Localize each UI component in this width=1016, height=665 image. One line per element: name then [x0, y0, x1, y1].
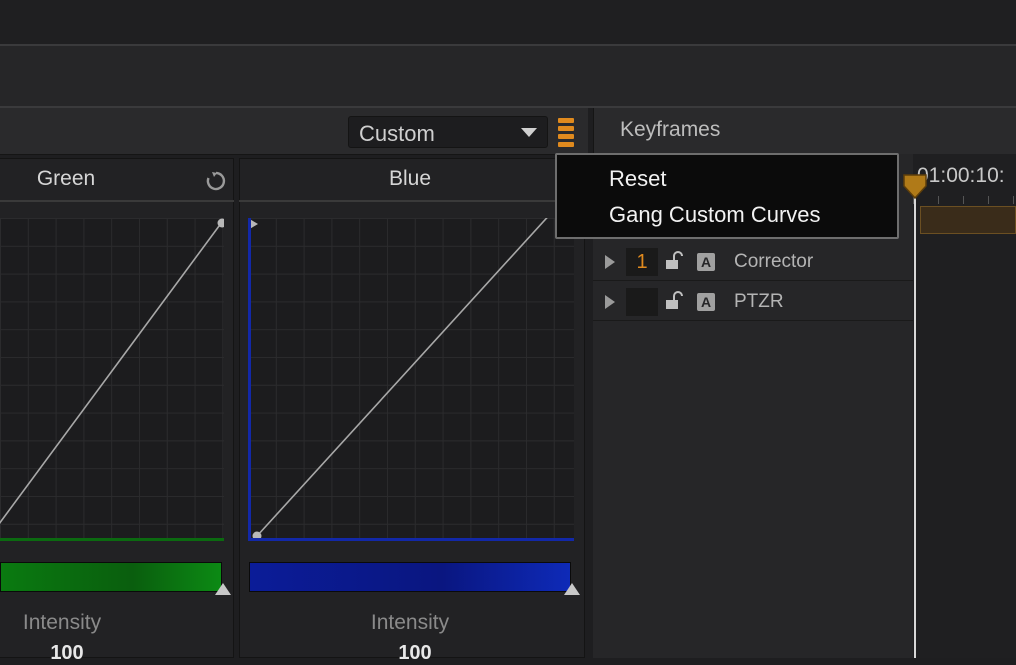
blue-channel-axis [248, 218, 251, 540]
green-gradient-bar [0, 562, 222, 592]
timeline-ruler [913, 196, 1016, 204]
viewer-strip [0, 46, 1016, 108]
auto-badge-icon[interactable]: A [697, 293, 715, 311]
top-toolbar [0, 0, 1016, 46]
green-curve-graph[interactable] [0, 218, 224, 540]
blue-gradient-bar [249, 562, 571, 592]
expand-triangle-icon[interactable] [605, 255, 615, 269]
blue-curve-line [248, 218, 548, 540]
playhead-line [914, 190, 916, 658]
curve-mode-value: Custom [359, 121, 435, 146]
track-number: 1 [626, 248, 658, 276]
expand-triangle-icon[interactable] [605, 295, 615, 309]
blue-curve-graph[interactable] [248, 218, 574, 540]
green-curve-line [0, 218, 224, 524]
keyframes-title: Keyframes [620, 118, 721, 141]
track-number [626, 288, 658, 316]
chevron-down-icon [521, 128, 537, 137]
blue-panel-divider [239, 200, 585, 202]
reset-icon[interactable] [204, 169, 228, 193]
track-label: PTZR [734, 291, 784, 312]
menu-icon[interactable] [558, 117, 574, 147]
keyframe-track-list: 1 A Corrector A PTZR [593, 240, 913, 658]
panel-title: Green [36, 167, 96, 190]
blue-channel-baseline [248, 538, 574, 541]
unlock-icon[interactable] [664, 291, 684, 311]
slider-handle-icon[interactable] [214, 583, 232, 597]
green-panel-divider [0, 200, 234, 202]
curve-mode-dropdown[interactable]: Custom [348, 116, 548, 148]
unlock-icon[interactable] [664, 251, 684, 271]
curves-options-popup: Reset Gang Custom Curves [555, 153, 899, 239]
track-row-ptzr[interactable]: A PTZR [593, 282, 913, 321]
menu-item-gang-custom-curves[interactable]: Gang Custom Curves [609, 202, 821, 228]
timecode-label: 01:00:10: [917, 164, 1005, 187]
track-row-corrector[interactable]: 1 A Corrector [593, 242, 913, 281]
playhead-icon[interactable] [902, 172, 928, 200]
auto-badge-icon[interactable]: A [697, 253, 715, 271]
blue-intensity-value[interactable]: 100 [239, 642, 591, 665]
green-intensity-label: Intensity [22, 611, 102, 634]
keyframe-clip-bar[interactable] [920, 206, 1016, 234]
blue-intensity-label: Intensity [370, 611, 450, 634]
panel-title: Blue [388, 167, 432, 190]
slider-handle-icon[interactable] [563, 583, 581, 597]
track-label: Corrector [734, 251, 814, 272]
green-channel-baseline [0, 538, 224, 541]
menu-item-reset[interactable]: Reset [609, 166, 666, 192]
green-intensity-value[interactable]: 100 [0, 642, 134, 665]
